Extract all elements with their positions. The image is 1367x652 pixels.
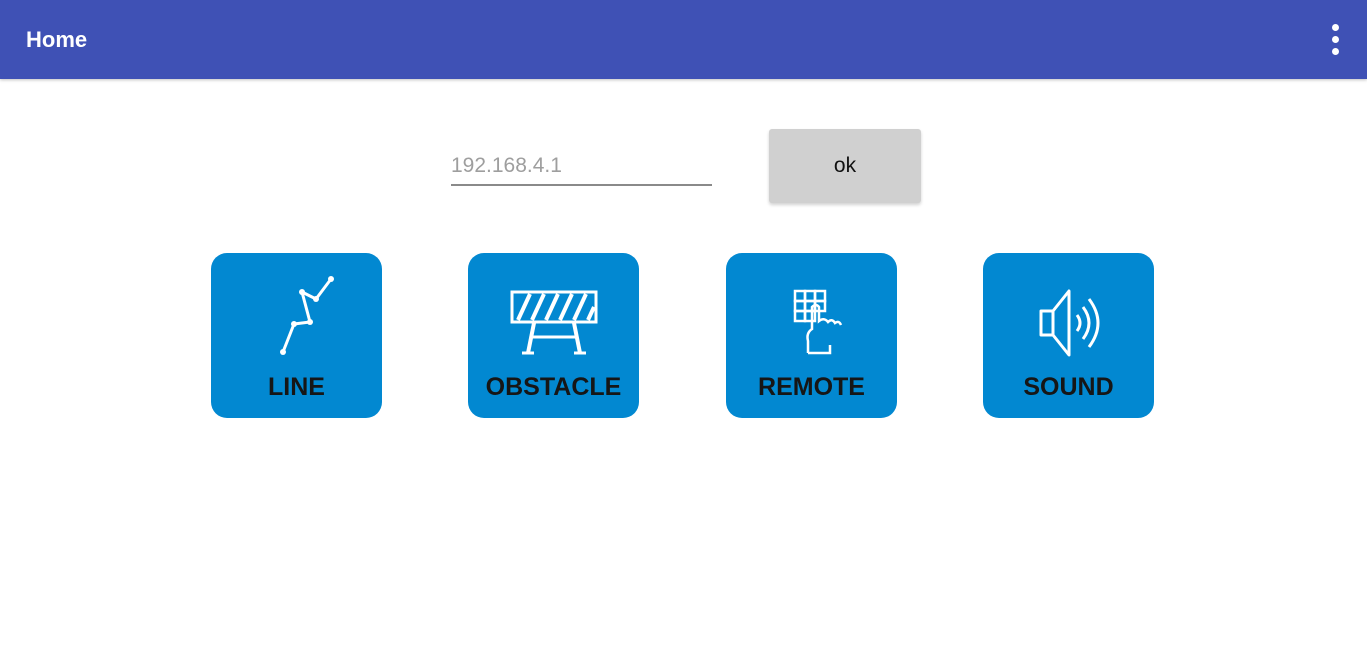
ip-address-input[interactable] xyxy=(451,148,712,186)
more-vert-icon[interactable] xyxy=(1329,24,1341,56)
line-tile[interactable]: LINE xyxy=(211,253,382,418)
page-title: Home xyxy=(26,27,88,52)
keypad-hand-icon xyxy=(726,267,897,363)
ok-button[interactable]: ok xyxy=(769,129,921,203)
sound-tile[interactable]: SOUND xyxy=(983,253,1154,418)
barrier-icon xyxy=(468,267,639,363)
tile-label: REMOTE xyxy=(758,373,865,401)
remote-tile[interactable]: REMOTE xyxy=(726,253,897,418)
tile-label: SOUND xyxy=(1023,373,1114,401)
speaker-icon xyxy=(983,267,1154,363)
tile-label: LINE xyxy=(268,373,325,401)
tile-label: OBSTACLE xyxy=(485,373,622,401)
app-bar: Home xyxy=(0,0,1367,79)
line-path-icon xyxy=(211,267,382,363)
obstacle-tile[interactable]: OBSTACLE xyxy=(468,253,639,418)
